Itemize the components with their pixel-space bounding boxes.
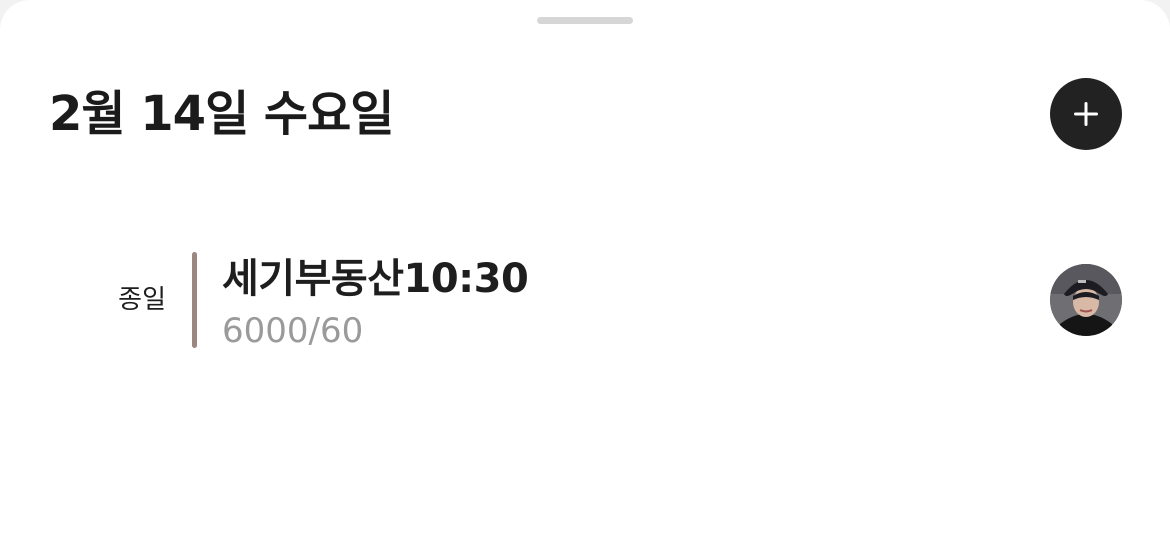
event-subtitle: 6000/60 [222, 311, 364, 351]
user-avatar[interactable] [1050, 264, 1122, 336]
event-title: 세기부동산10:30 [222, 256, 529, 302]
event-color-bar [192, 252, 197, 348]
event-time-label: 종일 [118, 285, 166, 315]
plus-icon [1072, 100, 1100, 128]
add-event-button[interactable] [1050, 78, 1122, 150]
event-item[interactable]: 종일 세기부동산10:30 6000/60 [0, 252, 1170, 351]
page-title: 2월 14일 수요일 [49, 86, 394, 142]
bottom-sheet: 2월 14일 수요일 종일 세기부동산10:30 6000/60 [0, 0, 1170, 537]
sheet-grabber-handle[interactable] [537, 17, 633, 24]
